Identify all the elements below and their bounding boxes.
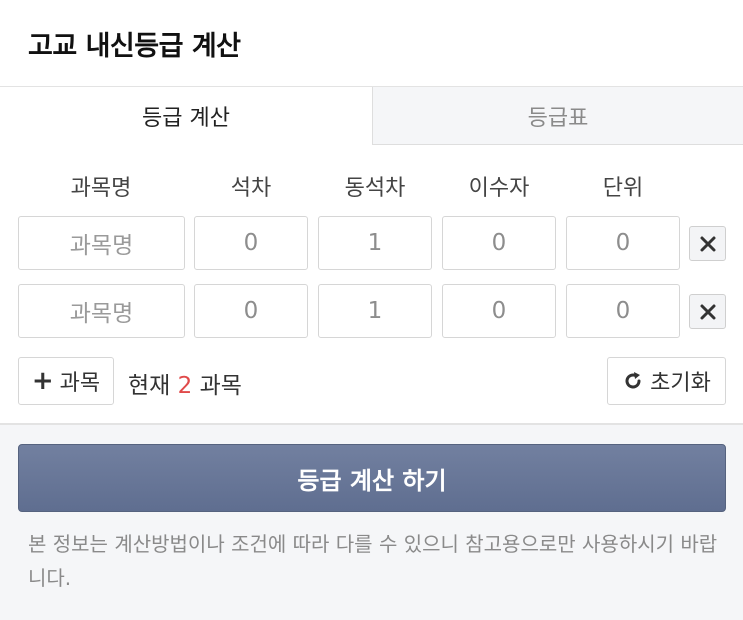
- delete-row-button[interactable]: [689, 226, 726, 261]
- column-header-students: 이수자: [468, 176, 530, 201]
- add-subject-button[interactable]: + 과목: [18, 357, 114, 405]
- column-header-subject: 과목명: [70, 176, 132, 201]
- disclaimer-text: 본 정보는 계산방법이나 조건에 따라 다를 수 있으니 참고용으로만 사용하시…: [28, 532, 718, 590]
- reset-button[interactable]: 초기화: [607, 357, 726, 405]
- units-input[interactable]: 0: [566, 284, 680, 338]
- calculate-button[interactable]: 등급 계산 하기: [18, 444, 726, 512]
- app-header: 고교 내신등급 계산: [0, 0, 743, 87]
- add-subject-label: 과목: [59, 371, 101, 396]
- reset-label: 초기화: [650, 371, 711, 396]
- subject-count: 현재 2 과목: [128, 366, 242, 400]
- tie-rank-input[interactable]: 1: [318, 284, 432, 338]
- subject-name-input[interactable]: 과목명: [18, 216, 185, 270]
- students-input[interactable]: 0: [442, 284, 556, 338]
- close-icon: [700, 304, 715, 319]
- count-value: 2: [177, 373, 193, 399]
- refresh-icon: [625, 372, 641, 389]
- rank-input[interactable]: 0: [194, 284, 308, 338]
- close-icon: [700, 236, 715, 251]
- tab-grade-table[interactable]: 등급표: [372, 87, 743, 145]
- tab-bar: 등급 계산 등급표: [0, 87, 743, 145]
- plus-icon: +: [31, 366, 54, 396]
- subject-name-input[interactable]: 과목명: [18, 284, 185, 338]
- students-input[interactable]: 0: [442, 216, 556, 270]
- delete-row-button[interactable]: [689, 294, 726, 329]
- page-title: 고교 내신등급 계산: [28, 31, 241, 62]
- column-header-rank: 석차: [230, 176, 272, 201]
- column-header-tie-rank: 동석차: [344, 176, 406, 201]
- column-header-units: 단위: [602, 176, 644, 201]
- tie-rank-input[interactable]: 1: [318, 216, 432, 270]
- count-prefix: 현재: [128, 373, 171, 399]
- count-suffix: 과목: [199, 373, 242, 399]
- units-input[interactable]: 0: [566, 216, 680, 270]
- tab-grade-calc[interactable]: 등급 계산: [0, 87, 372, 145]
- rank-input[interactable]: 0: [194, 216, 308, 270]
